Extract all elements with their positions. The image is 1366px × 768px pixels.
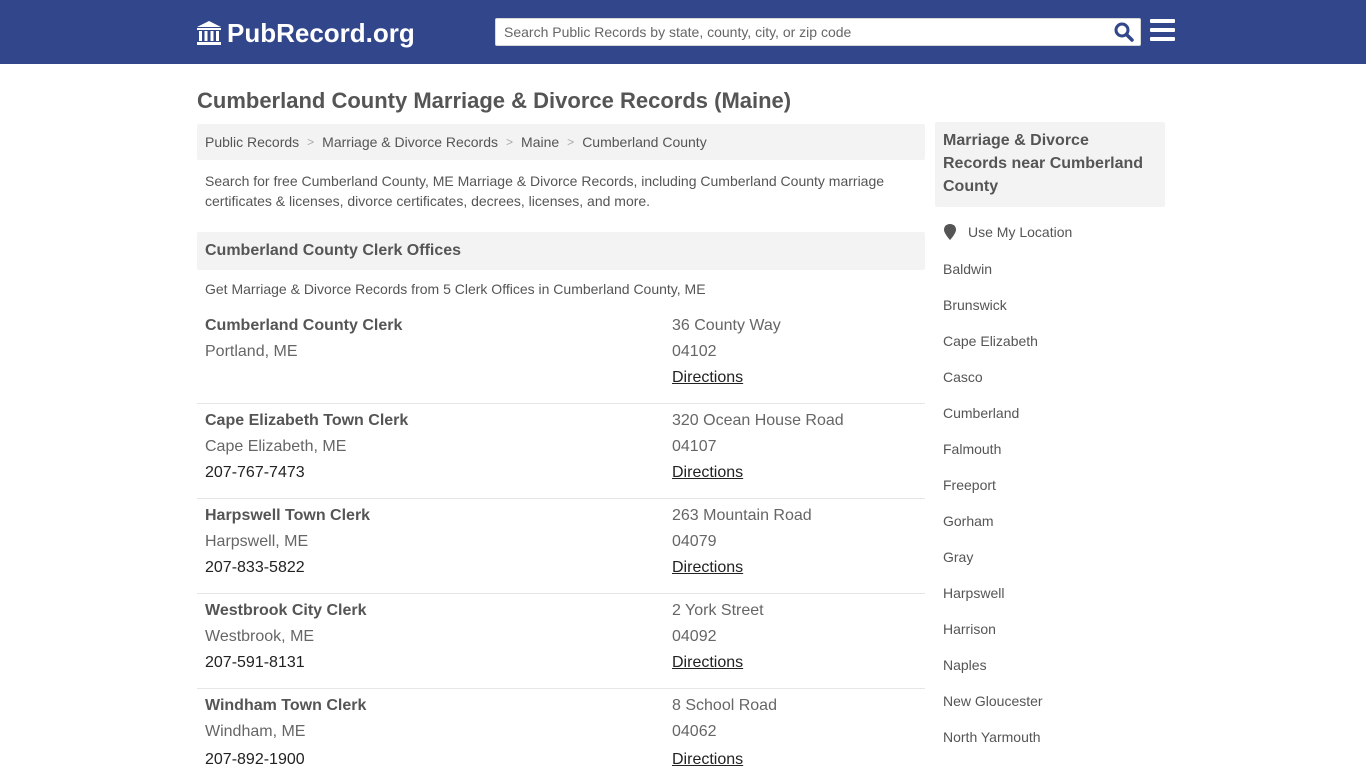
office-name: Harpswell Town Clerk	[205, 507, 371, 524]
office-name: Westbrook City Clerk	[205, 602, 367, 619]
sidebar-place-link[interactable]: Freeport	[943, 477, 996, 493]
map-pin-icon	[944, 224, 956, 240]
breadcrumb-public-records[interactable]: Public Records	[205, 134, 299, 150]
office-phone[interactable]: 207-833-5822	[205, 559, 305, 577]
search-box	[495, 18, 1141, 46]
courthouse-icon	[197, 21, 221, 45]
search-input[interactable]	[496, 19, 1106, 45]
office-listing: Harpswell Town Clerk Harpswell, ME 207-8…	[197, 499, 925, 594]
directions-link[interactable]: Directions	[672, 464, 743, 482]
directions-link[interactable]: Directions	[672, 369, 743, 387]
sidebar-place-link[interactable]: Gray	[943, 549, 973, 565]
section-subtitle: Get Marriage & Divorce Records from 5 Cl…	[205, 281, 706, 297]
office-listing: Windham Town Clerk Windham, ME 207-892-1…	[197, 689, 925, 768]
office-name: Cumberland County Clerk	[205, 317, 403, 334]
breadcrumb: Public Records > Marriage & Divorce Reco…	[197, 124, 925, 160]
office-name: Windham Town Clerk	[205, 697, 367, 714]
office-zip: 04079	[672, 533, 717, 550]
breadcrumb-maine[interactable]: Maine	[521, 134, 559, 150]
office-city: Windham, ME	[205, 723, 306, 740]
office-city: Cape Elizabeth, ME	[205, 438, 347, 455]
sidebar-place-link[interactable]: Baldwin	[943, 261, 992, 277]
office-street: 8 School Road	[672, 697, 777, 714]
breadcrumb-cumberland-county[interactable]: Cumberland County	[582, 134, 707, 150]
sidebar-place-link[interactable]: Cape Elizabeth	[943, 333, 1038, 349]
office-zip: 04062	[672, 723, 717, 740]
sidebar-place-link[interactable]: Gorham	[943, 513, 994, 529]
hamburger-menu-icon[interactable]	[1150, 19, 1175, 43]
sidebar-place-link[interactable]: Falmouth	[943, 441, 1001, 457]
site-logo[interactable]: PubRecord.org	[195, 16, 415, 50]
use-my-location-button[interactable]: Use My Location	[943, 224, 1072, 240]
office-street: 320 Ocean House Road	[672, 412, 844, 429]
breadcrumb-marriage-divorce-records[interactable]: Marriage & Divorce Records	[322, 134, 498, 150]
office-phone[interactable]: 207-892-1900	[205, 751, 305, 768]
office-listing: Cape Elizabeth Town Clerk Cape Elizabeth…	[197, 404, 925, 499]
sidebar-place-link[interactable]: Brunswick	[943, 297, 1007, 313]
office-street: 36 County Way	[672, 317, 781, 334]
section-header: Cumberland County Clerk Offices	[197, 232, 925, 270]
directions-link[interactable]: Directions	[672, 559, 743, 577]
office-phone[interactable]: 207-767-7473	[205, 464, 305, 482]
sidebar-place-link[interactable]: Naples	[943, 657, 987, 673]
top-navbar: PubRecord.org	[0, 0, 1366, 64]
sidebar-place-link[interactable]: North Yarmouth	[943, 729, 1041, 745]
office-zip: 04102	[672, 343, 717, 360]
search-button[interactable]	[1112, 21, 1136, 43]
office-zip: 04092	[672, 628, 717, 645]
office-phone[interactable]: 207-591-8131	[205, 654, 305, 672]
office-listing: Westbrook City Clerk Westbrook, ME 207-5…	[197, 594, 925, 689]
breadcrumb-separator-icon: >	[307, 135, 315, 149]
sidebar-place-link[interactable]: Casco	[943, 369, 983, 385]
breadcrumb-separator-icon: >	[567, 135, 575, 149]
directions-link[interactable]: Directions	[672, 654, 743, 672]
office-city: Westbrook, ME	[205, 628, 315, 645]
sidebar-title: Marriage & Divorce Records near Cumberla…	[935, 122, 1165, 207]
sidebar-place-link[interactable]: Cumberland	[943, 405, 1019, 421]
office-city: Portland, ME	[205, 343, 298, 360]
search-icon	[1114, 22, 1134, 42]
logo-text: PubRecord.org	[227, 17, 415, 48]
directions-link[interactable]: Directions	[672, 751, 743, 768]
use-my-location-label: Use My Location	[968, 224, 1073, 240]
office-listing: Cumberland County Clerk Portland, ME 36 …	[197, 309, 925, 404]
office-city: Harpswell, ME	[205, 533, 309, 550]
breadcrumb-separator-icon: >	[506, 135, 514, 149]
sidebar-place-link[interactable]: Harrison	[943, 621, 996, 637]
sidebar-place-link[interactable]: New Gloucester	[943, 693, 1043, 709]
sidebar-place-link[interactable]: Harpswell	[943, 585, 1004, 601]
office-name: Cape Elizabeth Town Clerk	[205, 412, 409, 429]
office-street: 2 York Street	[672, 602, 764, 619]
office-street: 263 Mountain Road	[672, 507, 812, 524]
office-zip: 04107	[672, 438, 717, 455]
intro-text: Search for free Cumberland County, ME Ma…	[205, 173, 885, 209]
page-title: Cumberland County Marriage & Divorce Rec…	[197, 88, 792, 113]
